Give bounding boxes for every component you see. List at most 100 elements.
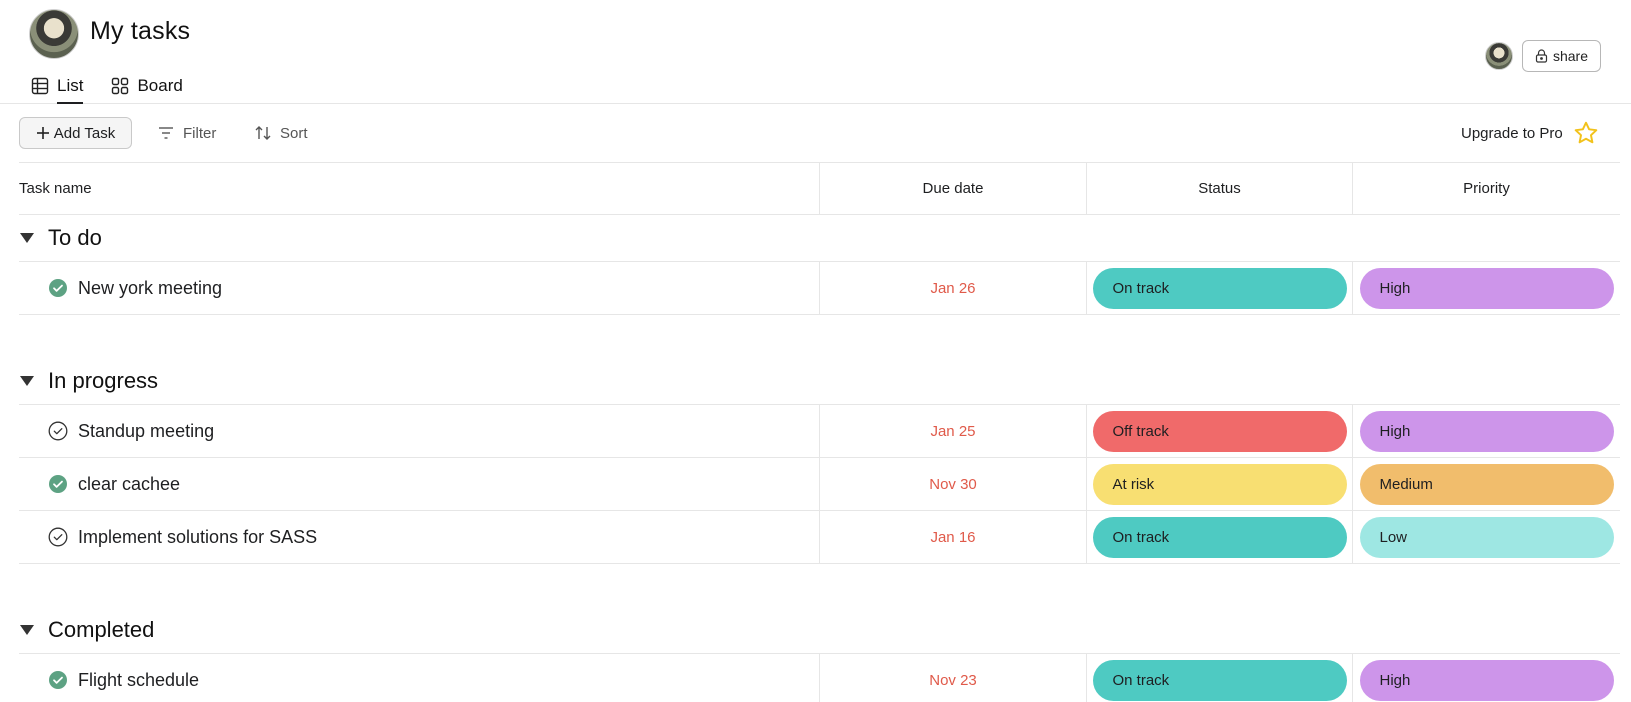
toolbar: Add Task Filter Sort Upgrade to Pro <box>0 104 1631 163</box>
column-header-priority[interactable]: Priority <box>1353 163 1620 214</box>
add-task-label: Add Task <box>53 124 116 142</box>
priority-cell[interactable]: Medium <box>1353 458 1620 510</box>
tab-board[interactable]: Board <box>111 68 183 104</box>
due-date-cell[interactable]: Jan 16 <box>820 511 1087 563</box>
incomplete-check-icon[interactable] <box>48 421 68 441</box>
task-name-cell[interactable]: Flight schedule <box>19 654 820 702</box>
status-label: At risk <box>1112 475 1155 493</box>
status-label: Off track <box>1112 422 1169 440</box>
due-date-cell[interactable]: Jan 26 <box>820 262 1087 314</box>
task-name-cell[interactable]: Standup meeting <box>19 405 820 457</box>
task-name-cell[interactable]: clear cachee <box>19 458 820 510</box>
section-title: To do <box>48 225 102 250</box>
priority-cell[interactable]: High <box>1353 262 1620 314</box>
status-cell[interactable]: On track <box>1087 262 1353 314</box>
priority-badge[interactable]: High <box>1359 410 1614 452</box>
table-icon <box>31 77 49 95</box>
task-name[interactable]: New york meeting <box>78 278 222 299</box>
task-table: Task name Due date Status Priority To do… <box>19 162 1620 702</box>
filter-button[interactable]: Filter <box>157 117 216 149</box>
priority-badge[interactable]: Medium <box>1359 463 1614 505</box>
due-date-cell[interactable]: Nov 30 <box>820 458 1087 510</box>
status-cell[interactable]: On track <box>1087 654 1353 702</box>
star-icon <box>1574 121 1598 144</box>
due-date: Jan 26 <box>930 279 976 297</box>
sort-icon <box>255 126 271 140</box>
table-row[interactable]: Standup meeting Jan 25 Off track High <box>19 405 1620 458</box>
task-name-cell[interactable]: Implement solutions for SASS <box>19 511 820 563</box>
due-date: Nov 30 <box>929 475 977 493</box>
status-badge[interactable]: On track <box>1092 659 1347 701</box>
priority-label: Low <box>1379 528 1408 546</box>
task-name-cell[interactable]: New york meeting <box>19 262 820 314</box>
priority-cell[interactable]: High <box>1353 405 1620 457</box>
upgrade-label: Upgrade to Pro <box>1461 124 1563 142</box>
column-header-task-name[interactable]: Task name <box>19 163 820 214</box>
priority-cell[interactable]: High <box>1353 654 1620 702</box>
status-badge[interactable]: On track <box>1092 267 1347 309</box>
caret-down-icon[interactable] <box>20 376 34 386</box>
priority-label: High <box>1379 671 1411 689</box>
table-header: Task name Due date Status Priority <box>19 162 1620 215</box>
status-badge[interactable]: On track <box>1092 516 1347 558</box>
status-cell[interactable]: Off track <box>1087 405 1353 457</box>
add-task-button[interactable]: Add Task <box>19 117 132 149</box>
status-label: On track <box>1112 279 1170 297</box>
completed-check-icon[interactable] <box>48 278 68 298</box>
filter-icon <box>159 127 173 139</box>
completed-check-icon[interactable] <box>48 670 68 690</box>
view-tabs: List Board <box>31 68 183 104</box>
task-name[interactable]: clear cachee <box>78 474 180 495</box>
table-row[interactable]: Implement solutions for SASS Jan 16 On tra… <box>19 511 1620 564</box>
caret-down-icon[interactable] <box>20 625 34 635</box>
incomplete-check-icon[interactable] <box>48 527 68 547</box>
section-header[interactable]: In progress <box>19 358 1620 405</box>
sort-label: Sort <box>280 124 308 142</box>
priority-badge[interactable]: Low <box>1359 516 1614 558</box>
table-row[interactable]: New york meeting Jan 26 On track High <box>19 262 1620 315</box>
completed-check-icon[interactable] <box>48 474 68 494</box>
page-title: My tasks <box>90 17 191 45</box>
task-name[interactable]: Flight schedule <box>78 670 199 691</box>
tab-board-label: Board <box>137 76 183 95</box>
status-badge[interactable]: At risk <box>1092 463 1347 505</box>
page-header: My tasks List Board share <box>0 0 1631 104</box>
status-cell[interactable]: On track <box>1087 511 1353 563</box>
caret-down-icon[interactable] <box>20 233 34 243</box>
tab-list[interactable]: List <box>31 68 84 104</box>
section-header[interactable]: To do <box>19 215 1620 262</box>
status-badge[interactable]: Off track <box>1092 410 1347 452</box>
lock-icon <box>1535 49 1548 63</box>
share-button[interactable]: share <box>1522 40 1601 72</box>
avatar[interactable] <box>29 9 79 59</box>
sort-button[interactable]: Sort <box>254 117 308 149</box>
status-cell[interactable]: At risk <box>1087 458 1353 510</box>
column-header-due-date[interactable]: Due date <box>820 163 1087 214</box>
task-name[interactable]: Implement solutions for SASS <box>78 527 317 548</box>
column-header-status[interactable]: Status <box>1087 163 1353 214</box>
due-date: Nov 23 <box>929 671 977 689</box>
priority-label: High <box>1379 279 1411 297</box>
section-title: Completed <box>48 617 155 642</box>
priority-label: High <box>1379 422 1411 440</box>
table-row[interactable]: clear cachee Nov 30 At risk Medium <box>19 458 1620 511</box>
due-date-cell[interactable]: Nov 23 <box>820 654 1087 702</box>
board-icon <box>112 77 129 95</box>
section-header[interactable]: Completed <box>19 607 1620 654</box>
filter-label: Filter <box>183 124 217 142</box>
status-label: On track <box>1112 528 1170 546</box>
user-avatar[interactable] <box>1485 42 1513 70</box>
priority-cell[interactable]: Low <box>1353 511 1620 563</box>
priority-label: Medium <box>1379 475 1433 493</box>
table-row[interactable]: Flight schedule Nov 23 On track High <box>19 654 1620 702</box>
plus-icon <box>36 127 49 139</box>
upgrade-button[interactable]: Upgrade to Pro <box>1461 117 1599 149</box>
priority-badge[interactable]: High <box>1359 267 1614 309</box>
share-label: share <box>1552 48 1589 64</box>
priority-badge[interactable]: High <box>1359 659 1614 701</box>
status-label: On track <box>1112 671 1170 689</box>
task-name[interactable]: Standup meeting <box>78 421 214 442</box>
due-date-cell[interactable]: Jan 25 <box>820 405 1087 457</box>
